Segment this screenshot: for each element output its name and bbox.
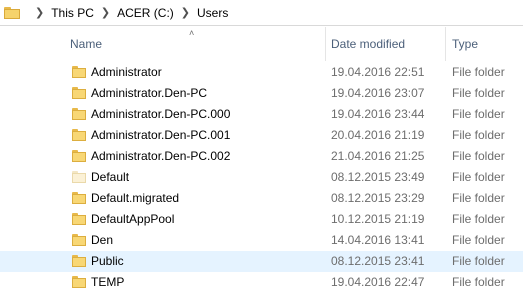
list-item[interactable]: DefaultAppPool 10.12.2015 21:19 File fol… (0, 209, 523, 230)
chevron-right-icon[interactable]: ❯ (101, 6, 110, 19)
file-date: 08.12.2015 23:41 (331, 254, 425, 268)
folder-icon (72, 276, 86, 288)
file-name: Administrator.Den-PC.001 (91, 128, 231, 142)
list-item[interactable]: Default 08.12.2015 23:49 File folder (0, 167, 523, 188)
address-bar[interactable]: ❯ This PC ❯ ACER (C:) ❯ Users (0, 0, 523, 26)
folder-icon (72, 213, 86, 225)
column-header-date-modified[interactable]: Date modified (331, 37, 405, 51)
file-name: TEMP (91, 275, 125, 289)
file-name: Den (91, 233, 114, 247)
file-type: File folder (452, 170, 505, 184)
list-item[interactable]: Administrator.Den-PC.000 19.04.2016 23:4… (0, 104, 523, 125)
folder-icon (72, 66, 86, 78)
file-date: 08.12.2015 23:29 (331, 191, 425, 205)
list-item[interactable]: Administrator 19.04.2016 22:51 File fold… (0, 62, 523, 83)
file-type: File folder (452, 86, 505, 100)
list-item[interactable]: Default.migrated 08.12.2015 23:29 File f… (0, 188, 523, 209)
file-date: 08.12.2015 23:49 (331, 170, 425, 184)
file-type: File folder (452, 233, 505, 247)
file-type: File folder (452, 128, 505, 142)
column-divider[interactable] (325, 27, 326, 61)
file-type: File folder (452, 212, 505, 226)
breadcrumb-this-pc[interactable]: This PC (51, 6, 94, 20)
file-date: 19.04.2016 23:07 (331, 86, 425, 100)
file-name: Administrator.Den-PC.000 (91, 107, 231, 121)
file-type: File folder (452, 149, 505, 163)
file-name: Administrator (91, 65, 162, 79)
breadcrumb-drive[interactable]: ACER (C:) (117, 6, 174, 20)
folder-icon (4, 6, 20, 19)
folder-icon (72, 129, 86, 141)
breadcrumb-users[interactable]: Users (197, 6, 228, 20)
file-name: Public (91, 254, 124, 268)
chevron-right-icon[interactable]: ❯ (181, 6, 190, 19)
file-date: 20.04.2016 21:19 (331, 128, 425, 142)
folder-icon (72, 87, 86, 99)
file-type: File folder (452, 275, 505, 289)
folder-icon (72, 108, 86, 120)
file-name: Administrator.Den-PC (91, 86, 208, 100)
file-type: File folder (452, 254, 505, 268)
file-date: 21.04.2016 21:25 (331, 149, 425, 163)
file-type: File folder (452, 65, 505, 79)
chevron-right-icon[interactable]: ❯ (35, 6, 44, 19)
sort-ascending-icon: ˄ (189, 28, 195, 38)
file-date: 19.04.2016 22:51 (331, 65, 425, 79)
folder-icon (72, 255, 86, 267)
file-name: Administrator.Den-PC.002 (91, 149, 231, 163)
column-divider[interactable] (445, 27, 446, 61)
list-item[interactable]: Den 14.04.2016 13:41 File folder (0, 230, 523, 251)
file-date: 19.04.2016 23:44 (331, 107, 425, 121)
list-item-selected[interactable]: Public 08.12.2015 23:41 File folder (0, 251, 523, 272)
file-name: Default (91, 170, 130, 184)
file-type: File folder (452, 107, 505, 121)
column-header-type[interactable]: Type (452, 37, 478, 51)
column-header-name[interactable]: Name (70, 37, 102, 51)
folder-icon (72, 234, 86, 246)
file-list: Administrator 19.04.2016 22:51 File fold… (0, 62, 523, 293)
list-item[interactable]: Administrator.Den-PC.001 20.04.2016 21:1… (0, 125, 523, 146)
file-date: 10.12.2015 21:19 (331, 212, 425, 226)
folder-icon (72, 192, 86, 204)
file-name: DefaultAppPool (91, 212, 175, 226)
file-name: Default.migrated (91, 191, 180, 205)
file-type: File folder (452, 191, 505, 205)
file-date: 14.04.2016 13:41 (331, 233, 425, 247)
folder-icon (72, 150, 86, 162)
list-item[interactable]: Administrator.Den-PC 19.04.2016 23:07 Fi… (0, 83, 523, 104)
folder-icon (72, 171, 86, 183)
list-item[interactable]: TEMP 19.04.2016 22:47 File folder (0, 272, 523, 293)
column-header: ˄ Name Date modified Type (0, 27, 523, 61)
list-item[interactable]: Administrator.Den-PC.002 21.04.2016 21:2… (0, 146, 523, 167)
file-date: 19.04.2016 22:47 (331, 275, 425, 289)
